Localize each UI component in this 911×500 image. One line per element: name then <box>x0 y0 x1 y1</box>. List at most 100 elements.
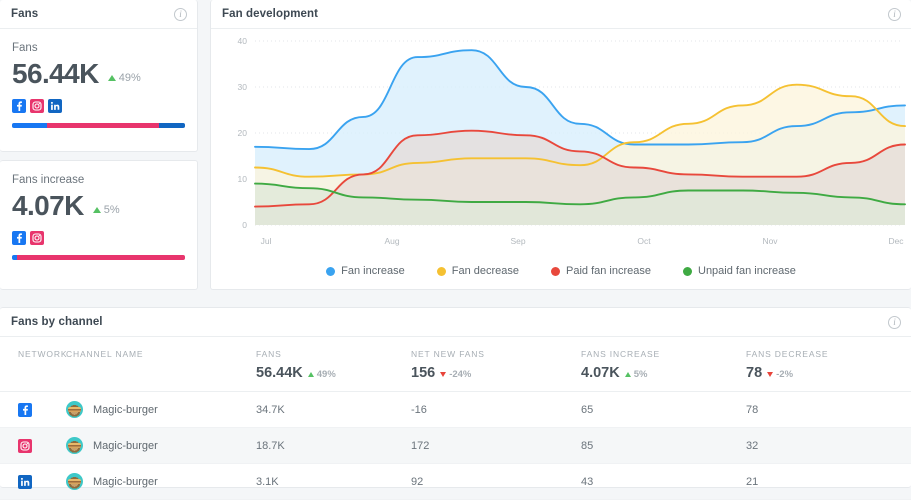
avatar <box>66 437 83 454</box>
column-summary-value: 156 <box>411 365 436 381</box>
column-header-label: NET NEW FANS <box>411 349 485 359</box>
column-header-fans-decrease[interactable]: FANS DECREASE 78 -2% <box>746 337 911 392</box>
fans-kpi-label: Fans <box>12 42 38 54</box>
fan-development-chart[interactable]: 40 30 20 10 0 Jul Aug Sep Oct Nov Dec <box>211 29 911 261</box>
y-tick-label: 10 <box>238 174 248 184</box>
facebook-icon[interactable] <box>12 99 26 114</box>
fans-card-header: Fans i <box>0 0 197 29</box>
legend-item-paid-fan-increase[interactable]: Paid fan increase <box>551 265 651 277</box>
x-tick-label: Nov <box>762 236 778 246</box>
column-summary-delta-value: 5% <box>633 369 648 380</box>
column-summary-delta: 49% <box>307 369 336 380</box>
column-header-channel-name[interactable]: CHANNEL NAME <box>66 337 256 392</box>
legend-label: Paid fan increase <box>566 265 651 277</box>
y-tick-label: 0 <box>242 220 247 230</box>
column-summary-fans-decrease: 78 -2% <box>746 365 911 381</box>
table-row[interactable]: Magic-burger 3.1K 92 43 21 <box>0 463 911 500</box>
x-tick-label: Dec <box>888 236 904 246</box>
info-icon[interactable]: i <box>888 7 901 21</box>
legend-dot-green <box>683 266 692 276</box>
avatar <box>66 473 83 490</box>
chart-card-title: Fan development <box>222 8 319 20</box>
column-header-label: FANS <box>256 349 282 359</box>
legend-item-fan-decrease[interactable]: Fan decrease <box>436 265 519 277</box>
fans-card: Fans i Fans 56.44K 49% <box>0 0 198 152</box>
fans-card-title: Fans <box>11 8 39 20</box>
linkedin-icon[interactable] <box>48 99 62 114</box>
channel-name-label: Magic-burger <box>93 403 158 416</box>
triangle-up-icon <box>624 372 631 377</box>
table-row[interactable]: Magic-burger 18.7K 172 85 32 <box>0 427 911 464</box>
y-tick-label: 20 <box>238 128 248 138</box>
column-header-fans-increase[interactable]: FANS INCREASE 4.07K 5% <box>581 337 746 392</box>
column-summary-delta: -24% <box>440 369 471 380</box>
fans-network-distribution-bar <box>12 123 185 129</box>
table-header-row: NETWORK CHANNEL NAME FANS 56.44K 49% NET… <box>0 337 911 392</box>
fans-increase-kpi-delta-value: 5% <box>103 204 120 217</box>
bar-segment-linkedin <box>159 123 185 129</box>
channel-name-label: Magic-burger <box>93 439 158 452</box>
column-header-fans[interactable]: FANS 56.44K 49% <box>256 337 411 392</box>
cell-fans: 3.1K <box>256 463 411 500</box>
table-row[interactable]: Magic-burger 34.7K -16 65 78 <box>0 391 911 428</box>
triangle-down-icon <box>767 372 774 377</box>
fans-increase-network-chips <box>12 231 185 246</box>
column-summary-value: 4.07K <box>581 365 620 381</box>
legend-item-unpaid-fan-increase[interactable]: Unpaid fan increase <box>683 265 796 277</box>
instagram-icon[interactable] <box>30 99 44 114</box>
column-summary-delta-value: 49% <box>316 369 336 380</box>
fans-by-channel-table: NETWORK CHANNEL NAME FANS 56.44K 49% NET… <box>0 337 911 500</box>
triangle-up-icon <box>92 207 101 214</box>
fans-increase-network-distribution-bar <box>12 255 185 261</box>
column-header-network[interactable]: NETWORK <box>0 337 68 392</box>
linkedin-icon[interactable] <box>18 474 32 489</box>
fans-by-channel-card: Fans by channel i NETWORK CHANNEL NAME F… <box>0 307 911 500</box>
column-header-label: CHANNEL NAME <box>66 349 144 359</box>
chart-series-layer <box>254 49 906 226</box>
cell-fans-increase: 65 <box>581 391 746 428</box>
y-tick-label: 30 <box>238 82 248 92</box>
legend-item-fan-increase[interactable]: Fan increase <box>326 265 405 277</box>
facebook-icon[interactable] <box>12 231 26 246</box>
column-summary-value: 78 <box>746 365 763 381</box>
instagram-icon[interactable] <box>30 231 44 246</box>
chart-legend: Fan increase Fan decrease Paid fan incre… <box>211 265 911 277</box>
cell-channel-name: Magic-burger <box>66 391 256 428</box>
triangle-up-icon <box>307 372 314 377</box>
info-icon[interactable]: i <box>174 7 187 21</box>
avatar <box>66 401 83 418</box>
cell-net-new-fans: 92 <box>411 463 581 500</box>
cell-network <box>0 391 66 428</box>
x-tick-label: Aug <box>384 236 399 246</box>
x-tick-label: Jul <box>261 236 272 246</box>
x-tick-label: Oct <box>637 236 651 246</box>
instagram-icon[interactable] <box>18 438 32 453</box>
facebook-icon[interactable] <box>18 402 32 417</box>
fans-increase-kpi-label: Fans increase <box>12 174 85 186</box>
cell-fans: 18.7K <box>256 427 411 464</box>
table-body: Magic-burger 34.7K -16 65 78 Magic-burger 18.7… <box>0 391 911 500</box>
column-summary-net-new-fans: 156 -24% <box>411 365 581 381</box>
column-summary-fans: 56.44K 49% <box>256 365 411 381</box>
cell-fans-decrease: 21 <box>746 463 911 500</box>
legend-label: Fan decrease <box>451 265 519 277</box>
column-summary-value: 56.44K <box>256 365 303 381</box>
cell-channel-name: Magic-burger <box>66 463 256 500</box>
fans-increase-kpi-row: 4.07K 5% <box>12 190 185 221</box>
fans-kpi-row: 56.44K 49% <box>12 58 185 89</box>
cell-fans: 34.7K <box>256 391 411 428</box>
fans-increase-kpi-value: 4.07K <box>12 190 84 221</box>
info-icon[interactable]: i <box>888 315 901 329</box>
fan-development-card: Fan development i 40 30 20 10 0 Jul Aug … <box>210 0 911 290</box>
fans-network-chips <box>12 99 185 114</box>
fans-increase-kpi-delta: 5% <box>92 204 120 220</box>
cell-net-new-fans: -16 <box>411 391 581 428</box>
column-header-net-new-fans[interactable]: NET NEW FANS 156 -24% <box>411 337 581 392</box>
legend-label: Unpaid fan increase <box>698 265 796 277</box>
fans-kpi-delta: 49% <box>107 72 141 88</box>
fans-kpi-body: Fans 56.44K 49% <box>0 29 197 129</box>
table-card-title: Fans by channel <box>11 316 103 328</box>
column-header-label: NETWORK <box>18 349 68 359</box>
legend-label: Fan increase <box>341 265 405 277</box>
fans-kpi-value: 56.44K <box>12 58 99 89</box>
